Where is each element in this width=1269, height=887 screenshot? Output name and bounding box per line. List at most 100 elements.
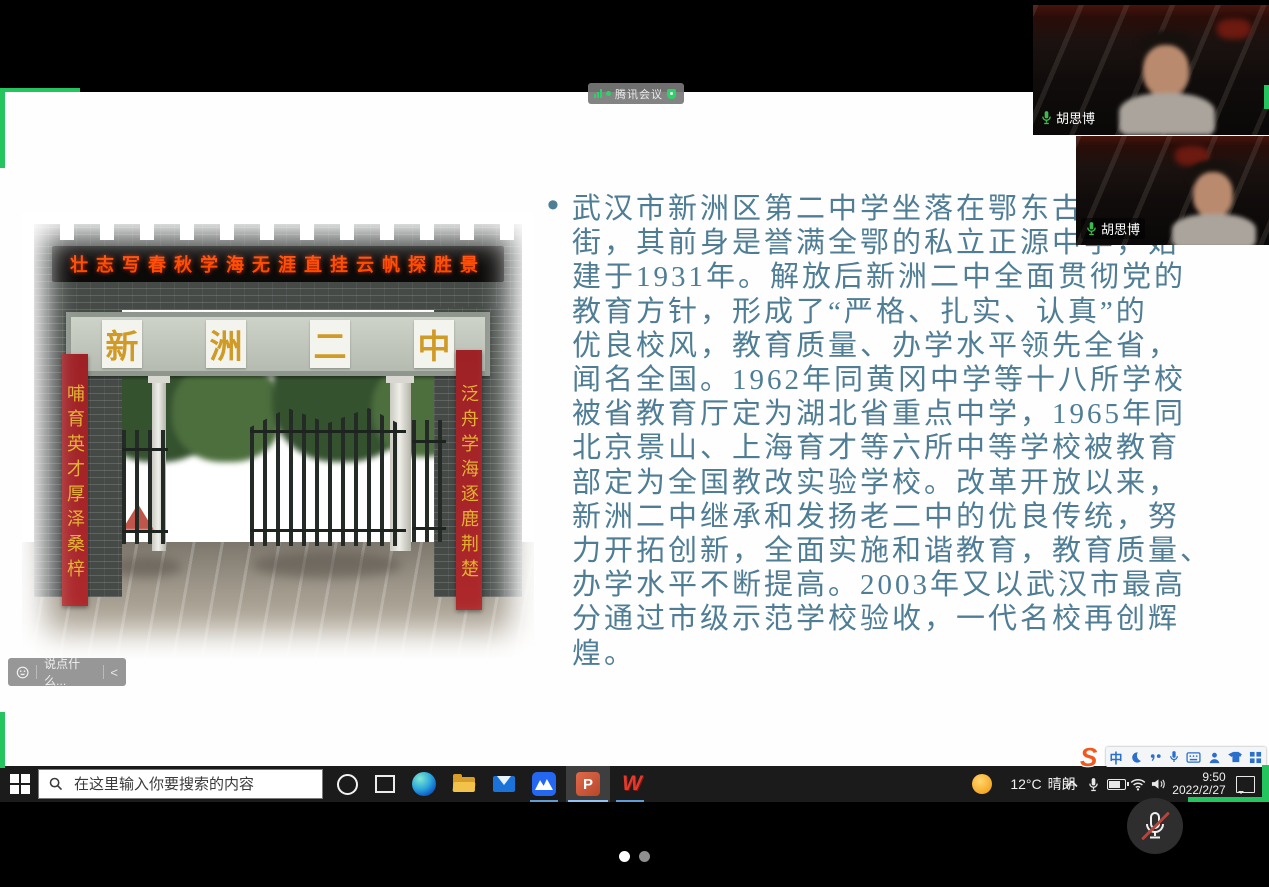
taskbar-app-wps[interactable]: W (612, 766, 652, 802)
video-feed-1[interactable]: 胡思博 (1033, 5, 1269, 135)
tray-overflow-button[interactable] (1062, 766, 1082, 802)
photo-side-gate-right (412, 420, 446, 542)
slide-text-line: 教育方针，形成了“严格、扎实、认真”的 (572, 295, 1212, 329)
share-border-top-left-v (0, 88, 5, 168)
wps-icon: W (622, 772, 642, 796)
participant-name-tag: 胡思博 (1081, 218, 1145, 239)
video-feed-2[interactable]: 胡思博 (1076, 136, 1269, 245)
slide-text-line: 被省教育厅定为湖北省重点中学，1965年同 (572, 397, 1212, 431)
shield-icon (667, 89, 676, 99)
powerpoint-glyph: P (583, 776, 593, 793)
clock-date: 2022/2/27 (1172, 784, 1225, 798)
photo-gate-reflection (252, 552, 402, 578)
sign-char: 中 (418, 320, 451, 368)
app-running-underline (616, 800, 644, 803)
taskbar-search-box[interactable] (38, 769, 323, 799)
weather-button[interactable] (968, 766, 996, 802)
slide-text-line: 优良校风，教育质量、办学水平领先全省， (572, 329, 1212, 363)
battery-button[interactable] (1104, 766, 1128, 802)
couplet-right: 泛舟学海逐鹿荆楚 (456, 350, 482, 610)
status-dot-icon (606, 91, 611, 96)
sign-char: 洲 (210, 320, 243, 368)
mic-on-icon (1041, 110, 1052, 125)
edge-icon (412, 772, 436, 796)
ime-mic-icon[interactable] (1169, 750, 1179, 764)
participant-name: 胡思博 (1056, 108, 1095, 127)
sogou-logo-icon[interactable]: S (1080, 742, 1097, 773)
slide-text-block: 武汉市新洲区第二中学坐落在鄂东古 街，其前身是誉满全鄂的私立正源中学，始 建于1… (572, 192, 1212, 671)
slide-text-line: 建于1931年。解放后新洲二中全面贯彻党的 (572, 260, 1212, 294)
photo-main-gate (250, 408, 406, 546)
couplet-left: 哺育英才厚泽桑梓 (62, 354, 88, 606)
ime-toolbar: 中 (1106, 747, 1266, 767)
mute-microphone-button[interactable] (1127, 798, 1183, 854)
chevron-up-icon (1066, 780, 1078, 788)
meeting-badge-label: 腾讯会议 (615, 86, 663, 102)
taskbar-app-mail[interactable] (484, 766, 524, 802)
slide-text-line: 部定为全国教改实验学校。改革开放以来， (572, 466, 1212, 500)
punctuation-icon[interactable] (1149, 752, 1162, 762)
speaker-icon (1151, 778, 1166, 790)
wifi-button[interactable] (1128, 766, 1148, 802)
participant-name-tag: 胡思博 (1041, 108, 1095, 127)
action-center-icon (1236, 776, 1255, 793)
clock-time: 9:50 (1172, 771, 1225, 785)
divider (36, 665, 37, 679)
fullwidth-moon-icon[interactable] (1129, 751, 1142, 764)
task-view-button[interactable] (370, 766, 400, 802)
battery-icon (1107, 779, 1126, 790)
start-button[interactable] (6, 766, 34, 802)
taskbar-app-powerpoint[interactable]: P (566, 766, 610, 802)
shared-screen: 腾讯会议 胡思博 胡思博 • 武汉市新洲区第二中学坐落在鄂东古 (0, 0, 1269, 887)
share-border-bottom-left-v (0, 712, 5, 768)
app-active-underline (568, 800, 608, 803)
ime-toolbox-icon[interactable] (1249, 751, 1262, 764)
divider (103, 665, 104, 679)
led-banner-text: 壮志写春秋学海无涯直挂云帆探胜景 (70, 251, 486, 277)
taskbar-app-file-explorer[interactable] (444, 766, 484, 802)
gate-sign-plaque: 二 (310, 320, 350, 368)
powerpoint-icon: P (576, 772, 600, 796)
cortana-icon (337, 774, 358, 795)
collapse-chat-arrow[interactable]: < (110, 665, 118, 680)
photo-column-capital (148, 376, 170, 383)
participant-name: 胡思博 (1101, 219, 1140, 238)
soft-keyboard-icon[interactable] (1186, 752, 1201, 763)
chat-placeholder[interactable]: 说点什么... (44, 655, 95, 689)
slide-text-line: 煌。 (572, 637, 1212, 671)
emoji-icon[interactable] (16, 665, 29, 680)
weather-temp: 12°C (1010, 776, 1041, 792)
meeting-status-badge[interactable]: 腾讯会议 (588, 83, 684, 104)
ime-mode-toggle[interactable]: 中 (1109, 748, 1122, 767)
photo-gate-reflection (112, 557, 182, 577)
microphone-icon (1088, 777, 1099, 792)
windows-logo-icon (10, 774, 30, 794)
photo-side-gate-left (122, 430, 168, 544)
slide-text-line: 办学水平不断提高。2003年又以武汉市最高 (572, 568, 1212, 602)
led-banner: 壮志写春秋学海无涯直挂云帆探胜景 (52, 246, 504, 282)
taskbar-app-tencent-meeting[interactable] (524, 766, 564, 802)
sign-char: 新 (106, 320, 139, 368)
cortana-button[interactable] (332, 766, 362, 802)
slide-text-line: 北京景山、上海育才等六所中等学校被教育 (572, 431, 1212, 465)
slide-dot-active[interactable] (619, 851, 630, 862)
slide-text-line: 力开拓创新，全面实施和谐教育，教育质量、 (572, 534, 1212, 568)
share-border-bottom-right-h (1188, 797, 1269, 802)
search-input[interactable] (72, 775, 306, 794)
slide-text-line: 闻名全国。1962年同黄冈中学等十八所学校 (572, 363, 1212, 397)
slide-text-line: 分通过市级示范学校验收，一代名校再创辉 (572, 602, 1212, 636)
ime-skin-icon[interactable] (1228, 751, 1242, 763)
share-border-top-right-v (1264, 85, 1269, 109)
bullet-glyph: • (547, 186, 559, 225)
ime-account-icon[interactable] (1208, 751, 1221, 764)
gate-sign-plaque: 洲 (206, 320, 246, 368)
volume-button[interactable] (1148, 766, 1168, 802)
slide-dot-inactive[interactable] (639, 851, 650, 862)
share-border-top-left-h (0, 88, 80, 92)
windows-taskbar: P W 12°C 晴朗 9:50 2022/2/27 (0, 766, 1269, 802)
sun-icon (972, 774, 992, 794)
chat-input-pill[interactable]: 说点什么... < (8, 658, 126, 686)
sign-char: 二 (314, 320, 347, 368)
taskbar-app-edge[interactable] (404, 766, 444, 802)
gate-sign-plaque: 新 (102, 320, 142, 368)
